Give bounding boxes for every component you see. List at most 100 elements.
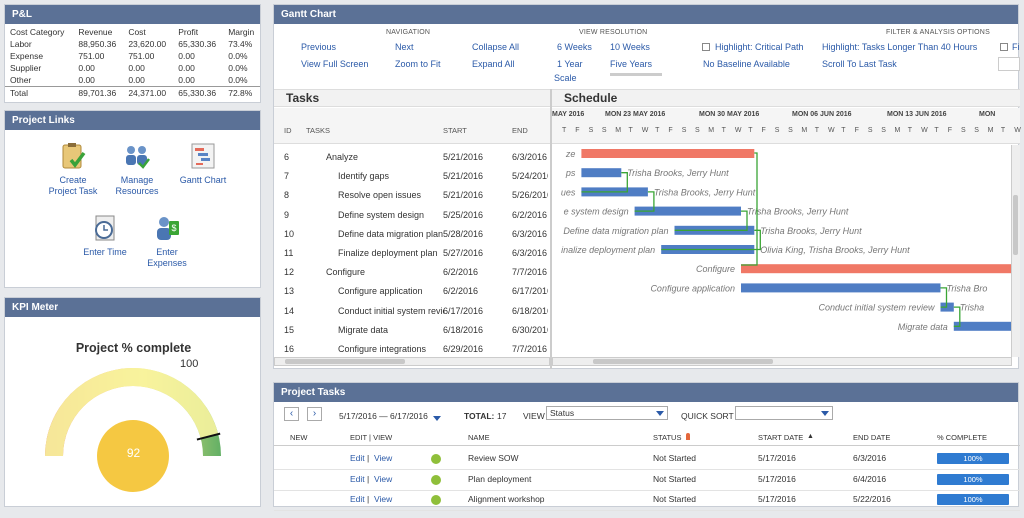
scroll-thumb[interactable] bbox=[285, 359, 405, 364]
five-years-link[interactable]: Five Years bbox=[610, 59, 652, 69]
previous-link[interactable]: Previous bbox=[301, 42, 336, 52]
ten-weeks-link[interactable]: 10 Weeks bbox=[610, 42, 650, 52]
enter-expenses-link[interactable]: $ Enter Expenses bbox=[127, 213, 207, 269]
day-label: S bbox=[867, 127, 873, 134]
gantt-task-row[interactable]: 10 Define data migration plan 5/28/2016 6/3… bbox=[274, 225, 550, 244]
gantt-task-row[interactable]: 13 Configure application 6/2/2016 6/17/2016 bbox=[274, 282, 550, 301]
total-count: 17 bbox=[497, 411, 507, 421]
edit-link[interactable]: Edit bbox=[350, 494, 365, 504]
collapse-all-link[interactable]: Collapse All bbox=[472, 42, 519, 52]
day-label: W bbox=[921, 127, 928, 134]
task-name: Migrate data bbox=[338, 324, 389, 335]
task-bar[interactable] bbox=[581, 168, 622, 178]
schedule-vscrollbar[interactable] bbox=[1011, 145, 1020, 357]
scroll-thumb[interactable] bbox=[1013, 195, 1018, 255]
col-tasks: TASKS bbox=[306, 126, 331, 135]
task-name: Review SOW bbox=[468, 453, 519, 463]
task-status: Not Started bbox=[653, 473, 696, 484]
schedule-title: Schedule bbox=[564, 91, 618, 105]
svg-text:$: $ bbox=[171, 223, 176, 233]
task-end: 5/26/2016 bbox=[512, 190, 548, 201]
longer-tasks-link[interactable]: Highlight: Tasks Longer Than 40 Hours bbox=[822, 42, 977, 52]
percent-complete-bar: 100% bbox=[937, 494, 1009, 505]
task-end: 5/24/2016 bbox=[512, 171, 548, 182]
day-label: T bbox=[1000, 127, 1006, 134]
next-link[interactable]: Next bbox=[395, 42, 414, 52]
pnl-row: Expense 751.00 751.00 0.00 0.0% bbox=[5, 50, 260, 62]
scale-link[interactable]: Scale bbox=[554, 73, 577, 83]
filter-checkbox[interactable] bbox=[1000, 43, 1008, 51]
summary-bar[interactable] bbox=[581, 149, 755, 158]
gantt-task-row[interactable]: 8 Resolve open issues 5/21/2016 5/26/2016 bbox=[274, 186, 550, 205]
gantt-task-row[interactable]: 15 Migrate data 6/18/2016 6/30/2016 bbox=[274, 321, 550, 340]
expand-all-link[interactable]: Expand All bbox=[472, 59, 515, 69]
quick-sort-select[interactable] bbox=[735, 406, 833, 420]
gantt-task-row[interactable]: 14 Conduct initial system review 6/17/2016… bbox=[274, 302, 550, 321]
pnl-header: Margin bbox=[228, 27, 255, 37]
task-bar[interactable] bbox=[741, 283, 941, 293]
col-end-date[interactable]: END DATE bbox=[853, 433, 890, 442]
tasks-hscrollbar[interactable] bbox=[274, 357, 550, 366]
status-filter-icon[interactable] bbox=[686, 433, 690, 440]
table-row[interactable]: Edit | View Review SOW Not Started 5/17/2016 6… bbox=[274, 449, 1020, 470]
task-end: 7/7/2016 bbox=[512, 267, 548, 278]
task-end: 6/17/2016 bbox=[512, 286, 548, 297]
edit-link[interactable]: Edit bbox=[350, 474, 365, 484]
edit-link[interactable]: Edit bbox=[350, 453, 365, 463]
day-label: T bbox=[721, 127, 726, 134]
pnl-header: Cost Category bbox=[10, 27, 65, 37]
gantt-task-row[interactable]: 7 Identify gaps 5/21/2016 5/24/2016 bbox=[274, 167, 550, 186]
view-link[interactable]: View bbox=[374, 474, 392, 484]
summary-bar[interactable] bbox=[741, 264, 1020, 274]
day-label: F bbox=[854, 127, 859, 134]
task-start-date: 5/17/2016 bbox=[758, 494, 796, 504]
day-label: M bbox=[894, 127, 901, 134]
gantt-task-row[interactable]: 12 Configure 6/2/2016 7/7/2016 bbox=[274, 263, 550, 282]
col-edit-view: EDIT | VIEW bbox=[350, 433, 393, 442]
view-select[interactable]: Status bbox=[546, 406, 668, 420]
chevron-down-icon[interactable] bbox=[433, 416, 441, 421]
pnl-cell: 0.00 bbox=[128, 63, 145, 73]
scroll-thumb[interactable] bbox=[593, 359, 773, 364]
view-full-screen-link[interactable]: View Full Screen bbox=[301, 59, 368, 69]
task-id: 15 bbox=[284, 324, 295, 335]
schedule-hscrollbar[interactable] bbox=[552, 357, 1012, 366]
next-range-button[interactable]: › bbox=[307, 407, 322, 421]
six-weeks-link[interactable]: 6 Weeks bbox=[557, 42, 592, 52]
day-label: T bbox=[934, 127, 939, 134]
pnl-cell: 0.00 bbox=[178, 51, 195, 61]
one-year-link[interactable]: 1 Year bbox=[557, 59, 583, 69]
day-label: W bbox=[641, 127, 649, 134]
bar-left-label: Configure bbox=[696, 264, 735, 274]
pnl-cell: 0.00 bbox=[178, 75, 195, 85]
col-name[interactable]: NAME bbox=[468, 433, 490, 442]
col-status[interactable]: STATUS bbox=[653, 433, 681, 442]
task-end: 6/3/2016 bbox=[512, 228, 548, 239]
gantt-panel: Gantt Chart NAVIGATION VIEW RESOLUTION F… bbox=[273, 4, 1021, 369]
gantt-task-row[interactable]: 11 Finalize deployment plan 5/27/2016 6/3/2… bbox=[274, 244, 550, 263]
resolution-underline bbox=[610, 73, 662, 76]
pnl-cell: 65,330.36 bbox=[173, 86, 224, 99]
separator: | bbox=[367, 494, 370, 504]
gantt-chart-link[interactable]: Gantt Chart bbox=[163, 141, 243, 186]
prev-range-button[interactable]: ‹ bbox=[284, 407, 299, 421]
gantt-task-row[interactable]: 9 Define system design 5/25/2016 6/2/2016 bbox=[274, 206, 550, 225]
pnl-header-row: Cost Category Revenue Cost Profit Margin bbox=[5, 26, 260, 38]
clipboard-check-icon bbox=[58, 141, 88, 171]
col-percent-complete[interactable]: % COMPLETE bbox=[937, 433, 987, 442]
task-start: 5/27/2016 bbox=[443, 248, 484, 258]
critical-path-checkbox[interactable] bbox=[702, 43, 710, 51]
zoom-to-fit-link[interactable]: Zoom to Fit bbox=[395, 59, 441, 69]
date-range[interactable]: 5/17/2016 — 6/17/2016 bbox=[339, 411, 428, 421]
table-row[interactable]: Edit | View Plan deployment Not Started 5/17/… bbox=[274, 470, 1020, 491]
gantt-task-row[interactable]: 6 Analyze 5/21/2016 6/3/2016 bbox=[274, 148, 550, 167]
filter-search-input[interactable] bbox=[998, 57, 1020, 71]
scroll-to-last-task-link[interactable]: Scroll To Last Task bbox=[822, 59, 897, 69]
bar-resource-label: Trisha Brooks, Jerry Hunt bbox=[654, 187, 756, 197]
view-link[interactable]: View bbox=[374, 494, 392, 504]
critical-path-label[interactable]: Highlight: Critical Path bbox=[715, 42, 804, 52]
table-row[interactable]: Edit | View Alignment workshop Not Started 5/… bbox=[274, 490, 1020, 511]
pnl-cell: Supplier bbox=[10, 63, 42, 73]
view-link[interactable]: View bbox=[374, 453, 392, 463]
col-start-date[interactable]: START DATE bbox=[758, 433, 803, 442]
